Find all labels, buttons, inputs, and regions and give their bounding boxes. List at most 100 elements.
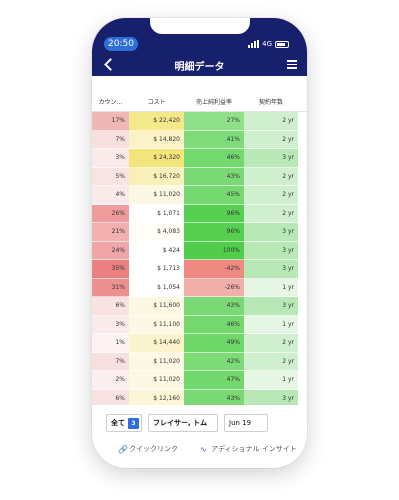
cell-margin: 46% [184,315,244,334]
cell-margin: 43% [184,389,244,405]
cell-margin: 47% [184,371,244,390]
table-row[interactable]: 24% $ 424 100% 3 yr [92,241,307,260]
cell-cost: $ 24,320 [129,149,184,168]
cell-cost: $ 16,720 [129,167,184,186]
table-row[interactable]: 1% $ 14,440 49% 2 yr [92,334,307,353]
page-title: 明細データ [174,62,225,73]
table-row[interactable]: 17% $ 22,420 27% 2 yr [92,112,307,131]
cell-margin: 43% [184,297,244,316]
table-row[interactable]: 6% $ 12,160 43% 3 yr [92,389,307,405]
cell-margin: 96% [184,204,244,223]
cell-years: 2 yr [244,204,298,223]
cell-discount: 3% [92,149,129,168]
filter-bar: 全て 3 フレイサー, トム Jun 19 [92,410,307,432]
cell-margin: 27% [184,112,244,131]
insight-link-label: アディショナル インサイト [211,445,297,453]
cell-cost: $ 11,020 [129,186,184,205]
cell-cost: $ 11,020 [129,371,184,390]
table-header: カウン… コスト 売上純利益率 契約年数 [92,94,307,112]
cell-years: 2 yr [244,186,298,205]
table-row[interactable]: 7% $ 14,820 41% 2 yr [92,130,307,149]
cell-margin: -26% [184,278,244,297]
filter-all-chip[interactable]: 全て 3 [106,414,142,432]
table-row[interactable]: 31% $ 1,054 -26% 1 yr [92,278,307,297]
insight-link[interactable]: ∿ アディショナル インサイト [200,444,297,454]
cell-discount: 2% [92,371,129,390]
cell-discount: 3% [92,315,129,334]
column-header-margin[interactable]: 売上純利益率 [184,94,244,112]
cell-years: 3 yr [244,241,298,260]
cell-cost: $ 14,820 [129,130,184,149]
cell-discount: 24% [92,241,129,260]
cell-discount: 17% [92,112,129,131]
cell-discount: 6% [92,389,129,405]
data-table[interactable]: カウン… コスト 売上純利益率 契約年数 17% $ 22,420 27% 2 yr 7… [92,94,307,405]
table-row[interactable]: 7% $ 11,020 42% 2 yr [92,352,307,371]
cell-discount: 1% [92,334,129,353]
cell-years: 2 yr [244,112,298,131]
table-row[interactable]: 4% $ 11,020 45% 2 yr [92,186,307,205]
trend-icon: ∿ [200,445,207,454]
filter-date-chip[interactable]: Jun 19 [224,414,268,432]
cell-cost: $ 12,160 [129,389,184,405]
cell-margin: 96% [184,223,244,242]
back-arrow-icon[interactable] [102,57,116,71]
column-header-cost[interactable]: コスト [129,94,184,112]
cell-cost: $ 11,100 [129,315,184,334]
menu-icon[interactable] [287,60,297,69]
table-row[interactable]: 21% $ 4,083 96% 3 yr [92,223,307,242]
quick-link-label: クイックリンク [129,445,178,453]
column-header-discount[interactable]: カウン… [92,94,129,112]
status-indicators: 4G [248,39,289,49]
filter-count-badge: 3 [128,418,139,429]
cell-years: 1 yr [244,371,298,390]
cell-discount: 26% [92,204,129,223]
cell-cost: $ 1,071 [129,204,184,223]
cell-years: 3 yr [244,149,298,168]
table-row[interactable]: 3% $ 24,320 46% 3 yr [92,149,307,168]
table-row[interactable]: 35% $ 1,713 -42% 3 yr [92,260,307,279]
cell-cost: $ 14,440 [129,334,184,353]
battery-icon [275,40,289,48]
cell-cost: $ 424 [129,241,184,260]
cell-years: 3 yr [244,297,298,316]
cell-cost: $ 11,600 [129,297,184,316]
cell-margin: 43% [184,167,244,186]
cell-margin: -42% [184,260,244,279]
table-row[interactable]: 5% $ 16,720 43% 2 yr [92,167,307,186]
column-header-years[interactable]: 契約年数 [244,94,298,112]
cell-cost: $ 11,020 [129,352,184,371]
cell-years: 2 yr [244,130,298,149]
cell-cost: $ 4,083 [129,223,184,242]
cell-discount: 7% [92,352,129,371]
cell-years: 2 yr [244,167,298,186]
cell-years: 1 yr [244,315,298,334]
cell-discount: 5% [92,167,129,186]
table-row[interactable]: 26% $ 1,071 96% 2 yr [92,204,307,223]
phone-frame: 20:50 4G 明細データ カウン… コスト 売上純利益率 契約年数 17% $… [92,18,307,468]
cell-years: 2 yr [244,334,298,353]
cell-discount: 7% [92,130,129,149]
cell-cost: $ 1,054 [129,278,184,297]
cell-discount: 31% [92,278,129,297]
cell-years: 3 yr [244,260,298,279]
link-icon: 🔗 [118,445,128,454]
phone-notch [149,18,250,34]
cell-discount: 21% [92,223,129,242]
cell-margin: 49% [184,334,244,353]
cell-margin: 46% [184,149,244,168]
cell-years: 3 yr [244,389,298,405]
status-time: 20:50 [104,37,138,51]
filter-person-chip[interactable]: フレイサー, トム [148,414,218,432]
signal-icon [248,40,260,48]
table-row[interactable]: 2% $ 11,020 47% 1 yr [92,371,307,390]
cell-margin: 100% [184,241,244,260]
cell-margin: 42% [184,352,244,371]
quick-link[interactable]: 🔗クイックリンク [118,444,178,454]
cell-years: 2 yr [244,352,298,371]
cell-discount: 6% [92,297,129,316]
table-row[interactable]: 6% $ 11,600 43% 3 yr [92,297,307,316]
cell-years: 3 yr [244,223,298,242]
table-body: 17% $ 22,420 27% 2 yr 7% $ 14,820 41% 2 yr 3% $ 2… [92,112,307,405]
table-row[interactable]: 3% $ 11,100 46% 1 yr [92,315,307,334]
